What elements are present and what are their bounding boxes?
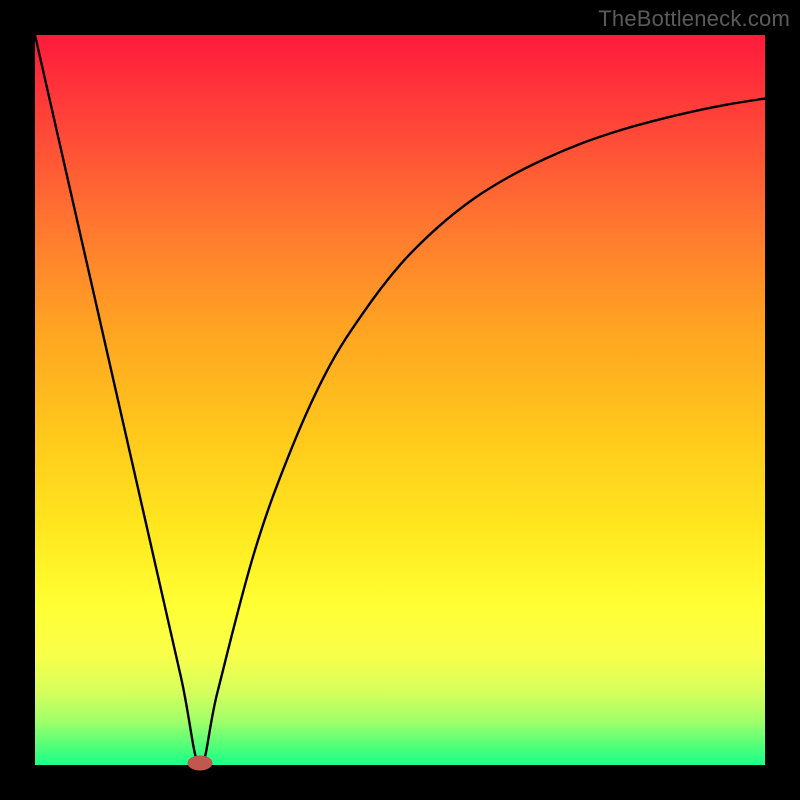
chart-svg [35,35,765,765]
watermark-label: TheBottleneck.com [598,6,790,32]
plot-area [35,35,765,765]
chart-frame: TheBottleneck.com [0,0,800,800]
optimal-point-marker [188,756,212,770]
bottleneck-curve [35,35,765,765]
